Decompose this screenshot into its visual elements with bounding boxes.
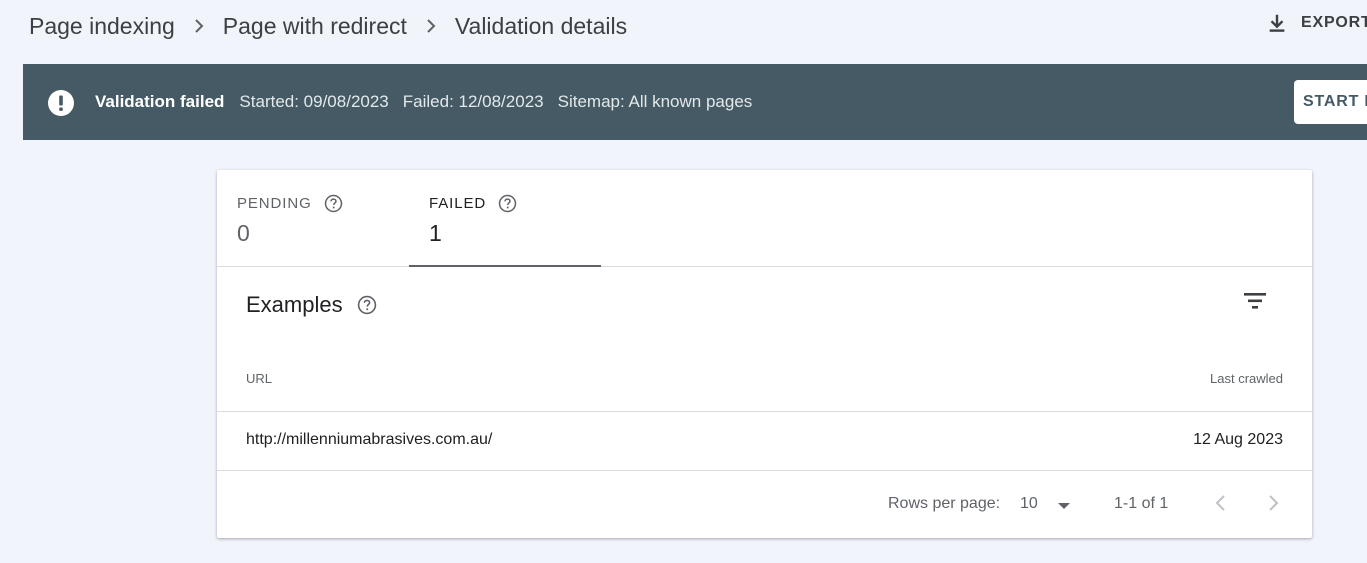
examples-heading: Examples <box>246 292 377 318</box>
breadcrumb-page-indexing[interactable]: Page indexing <box>29 13 175 40</box>
examples-title: Examples <box>246 292 343 317</box>
column-header-url[interactable]: URL <box>246 371 272 386</box>
page-header: Page indexing Page with redirect Validat… <box>0 0 1367 56</box>
tab-pending-label: PENDING <box>237 195 312 212</box>
help-icon[interactable] <box>357 295 377 315</box>
status-title: Validation failed <box>95 92 225 111</box>
rows-per-page-value: 10 <box>1020 495 1038 512</box>
tab-pending-count: 0 <box>237 220 250 246</box>
pagination-range: 1-1 of 1 <box>1114 495 1169 512</box>
table-row[interactable]: http://millenniumabrasives.com.au/ 12 Au… <box>217 412 1312 470</box>
tab-failed-count: 1 <box>429 220 442 246</box>
row-url: http://millenniumabrasives.com.au/ <box>246 431 493 448</box>
breadcrumb-current-page: Validation details <box>454 12 628 39</box>
status-failed: Failed: 12/08/2023 <box>402 92 544 111</box>
status-text: Validation failed Started: 09/08/2023 Fa… <box>95 92 766 112</box>
export-label: EXPORT <box>1301 14 1367 31</box>
error-icon <box>48 90 74 116</box>
rows-per-page-label: Rows per page: <box>888 495 1001 512</box>
help-icon[interactable] <box>498 194 517 213</box>
chevron-right-icon <box>407 12 455 40</box>
caret-down-icon <box>1058 503 1070 509</box>
status-sitemap: Sitemap: All known pages <box>557 92 753 111</box>
chevron-right-icon[interactable] <box>1259 489 1287 517</box>
chevron-right-icon <box>175 12 223 40</box>
status-started: Started: 09/08/2023 <box>239 92 389 111</box>
start-new-validation-button[interactable]: START NEW VALIDATION <box>1294 80 1367 124</box>
validation-status-bar: Validation failed Started: 09/08/2023 Fa… <box>23 64 1367 140</box>
validation-details-card: PENDING 0 FAILED 1 Examples URL Last cra… <box>217 170 1312 538</box>
help-icon[interactable] <box>324 194 343 213</box>
download-icon <box>1269 14 1285 32</box>
export-button[interactable]: EXPORT <box>1266 12 1367 34</box>
tab-pending-label-row: PENDING <box>237 194 343 213</box>
selected-tab-indicator <box>409 265 601 267</box>
tab-failed-label: FAILED <box>429 195 487 212</box>
row-last-crawled: 12 Aug 2023 <box>1193 431 1283 448</box>
status-tabs: PENDING 0 FAILED 1 <box>217 170 1312 267</box>
column-header-last-crawled[interactable]: Last crawled <box>1210 371 1283 386</box>
filter-icon[interactable] <box>1242 290 1268 312</box>
breadcrumb: Page indexing Page with redirect Validat… <box>29 12 627 40</box>
rows-per-page-select[interactable]: 10 <box>1020 491 1080 519</box>
chevron-left-icon[interactable] <box>1207 489 1235 517</box>
tab-failed[interactable]: FAILED 1 <box>409 170 601 267</box>
pagination: Rows per page: 10 1-1 of 1 <box>217 471 1312 538</box>
tab-pending[interactable]: PENDING 0 <box>217 170 409 266</box>
breadcrumb-page-with-redirect[interactable]: Page with redirect <box>223 13 407 40</box>
tab-failed-label-row: FAILED <box>429 194 517 213</box>
